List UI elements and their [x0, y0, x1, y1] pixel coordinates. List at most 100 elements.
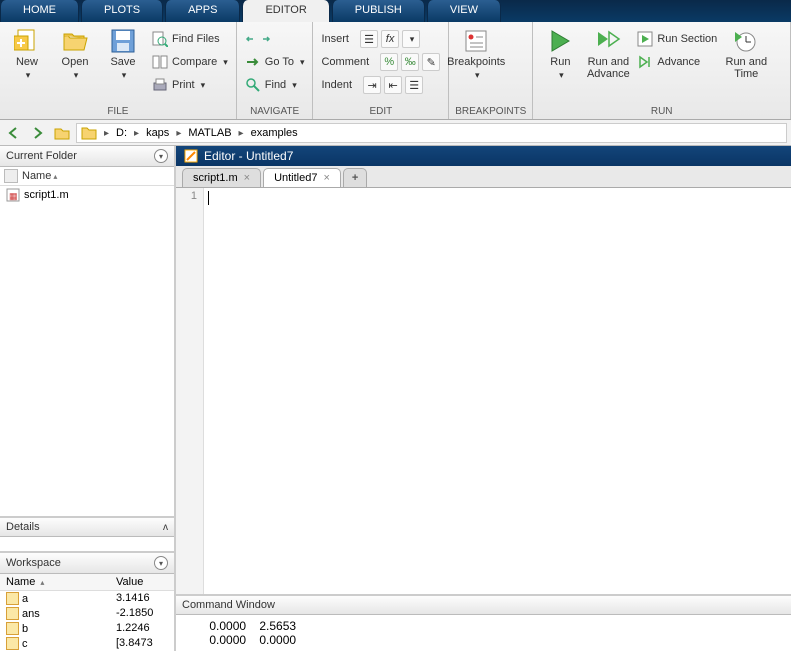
print-icon: [152, 77, 168, 93]
ribbon-group-breakpoints: Breakpoints BREAKPOINTS: [449, 22, 533, 119]
run-time-label: Run and Time: [726, 56, 768, 80]
group-file-label: FILE: [6, 104, 230, 119]
uncomment-icon[interactable]: ‰: [401, 53, 419, 71]
mfile-icon: ▦: [6, 188, 20, 202]
current-folder-menu-icon[interactable]: ▾: [154, 149, 168, 163]
indent-row: Indent ⇥⇤☰: [319, 74, 442, 96]
ribbon-group-run: Run Run and Advance Run Section Advance …: [533, 22, 791, 119]
run-advance-icon: [595, 28, 621, 54]
run-section-icon: [637, 31, 653, 47]
ws-row-ans[interactable]: ans-2.1850: [0, 606, 174, 621]
path-seg1[interactable]: kaps: [146, 127, 169, 139]
current-folder-title: Current Folder ▾: [0, 146, 174, 167]
editor-tab-untitled7[interactable]: Untitled7×: [263, 168, 341, 187]
var-icon: [6, 592, 19, 605]
path-seg3[interactable]: examples: [251, 127, 298, 139]
tab-publish[interactable]: PUBLISH: [332, 0, 425, 22]
ws-value-col[interactable]: Value: [110, 574, 174, 590]
editor-textarea[interactable]: [204, 188, 791, 594]
details-collapse-icon[interactable]: ʌ: [163, 522, 168, 533]
ws-row-a[interactable]: a3.1416: [0, 591, 174, 606]
find-icon: [245, 77, 261, 93]
cf-name-col[interactable]: Name: [22, 170, 57, 182]
insert-fx-icon[interactable]: fx: [381, 30, 399, 48]
comment-icon[interactable]: %: [380, 53, 398, 71]
cmd-title-label: Command Window: [182, 599, 275, 611]
insert-more-icon[interactable]: [402, 30, 420, 48]
outdent-icon[interactable]: ⇤: [384, 76, 402, 94]
var-icon: [6, 622, 19, 635]
editor-body[interactable]: 1: [176, 188, 791, 594]
editor-titlebar: Editor - Untitled7: [176, 146, 791, 166]
ws-row-c[interactable]: c[3.8473: [0, 636, 174, 651]
path-drive[interactable]: D:: [116, 127, 127, 139]
save-button[interactable]: Save: [102, 24, 144, 81]
group-break-label: BREAKPOINTS: [455, 104, 526, 119]
tab-apps[interactable]: APPS: [165, 0, 240, 22]
tab-view[interactable]: VIEW: [427, 0, 501, 22]
back-button[interactable]: [4, 123, 24, 143]
wrap-comment-icon[interactable]: ✎: [422, 53, 440, 71]
open-button[interactable]: Open: [54, 24, 96, 81]
tab-home[interactable]: HOME: [0, 0, 79, 22]
run-section-button[interactable]: Run Section: [635, 28, 719, 50]
breakpoints-button[interactable]: Breakpoints: [455, 24, 497, 81]
command-window-body[interactable]: 0.0000 2.5653 0.0000 0.0000: [176, 615, 791, 651]
workspace-title: Workspace ▾: [0, 553, 174, 574]
new-button[interactable]: New: [6, 24, 48, 81]
nav-arrows-icon: [245, 31, 275, 47]
file1-label: script1.m: [24, 189, 69, 201]
file-item-script1[interactable]: ▦ script1.m: [0, 186, 174, 204]
tab-plots[interactable]: PLOTS: [81, 0, 163, 22]
compare-button[interactable]: Compare: [150, 51, 230, 73]
group-run-label: RUN: [539, 104, 784, 119]
find-files-button[interactable]: Find Files: [150, 28, 230, 50]
path-seg2[interactable]: MATLAB: [188, 127, 231, 139]
editor-tab-add[interactable]: +: [343, 168, 367, 187]
find-files-icon: [152, 31, 168, 47]
save-icon: [110, 28, 136, 54]
print-button[interactable]: Print: [150, 74, 230, 96]
ws-header[interactable]: Name Value: [0, 574, 174, 591]
run-button[interactable]: Run: [539, 24, 581, 81]
find-files-label: Find Files: [172, 33, 220, 45]
path-field[interactable]: D: kaps MATLAB examples: [76, 123, 787, 143]
text-cursor: [208, 191, 209, 205]
breakpoints-label: Breakpoints: [447, 56, 505, 68]
nav-history[interactable]: [243, 28, 307, 50]
command-window-pane: Command Window 0.0000 2.5653 0.0000 0.00…: [176, 594, 791, 651]
command-window-title: Command Window: [176, 596, 791, 615]
indent-label: Indent: [321, 79, 352, 91]
run-advance-button[interactable]: Run and Advance: [587, 24, 629, 80]
insert-section-icon[interactable]: ☰: [360, 30, 378, 48]
close-tab-icon[interactable]: ×: [323, 172, 329, 184]
var-icon: [6, 637, 19, 650]
ws-b-val: 1.2246: [110, 621, 174, 636]
find-button[interactable]: Find: [243, 74, 307, 96]
open-label: Open: [62, 56, 89, 68]
smart-indent-icon[interactable]: ☰: [405, 76, 423, 94]
forward-button[interactable]: [28, 123, 48, 143]
run-time-button[interactable]: Run and Time: [725, 24, 767, 80]
up-folder-button[interactable]: [52, 123, 72, 143]
ws-name-col[interactable]: Name: [0, 574, 110, 590]
editor-icon: [184, 149, 198, 163]
goto-button[interactable]: Go To: [243, 51, 307, 73]
ws-ans-val: -2.1850: [110, 606, 174, 621]
indent-icon[interactable]: ⇥: [363, 76, 381, 94]
tab-editor[interactable]: EDITOR: [242, 0, 329, 22]
details-label: Details: [6, 521, 40, 533]
editor-tab-script1[interactable]: script1.m×: [182, 168, 261, 187]
close-tab-icon[interactable]: ×: [244, 172, 250, 184]
ws-row-b[interactable]: b1.2246: [0, 621, 174, 636]
workspace-menu-icon[interactable]: ▾: [154, 556, 168, 570]
editor-title-text: Editor - Untitled7: [204, 149, 293, 163]
cf-header[interactable]: Name: [0, 167, 174, 186]
editor-gutter: 1: [176, 188, 204, 594]
cmd-line1: 0.0000 2.5653: [196, 619, 771, 633]
details-title: Details ʌ: [0, 518, 174, 537]
advance-button[interactable]: Advance: [635, 51, 719, 73]
insert-row: Insert ☰fx: [319, 28, 442, 50]
group-edit-label: EDIT: [319, 104, 442, 119]
new-label: New: [16, 56, 38, 68]
